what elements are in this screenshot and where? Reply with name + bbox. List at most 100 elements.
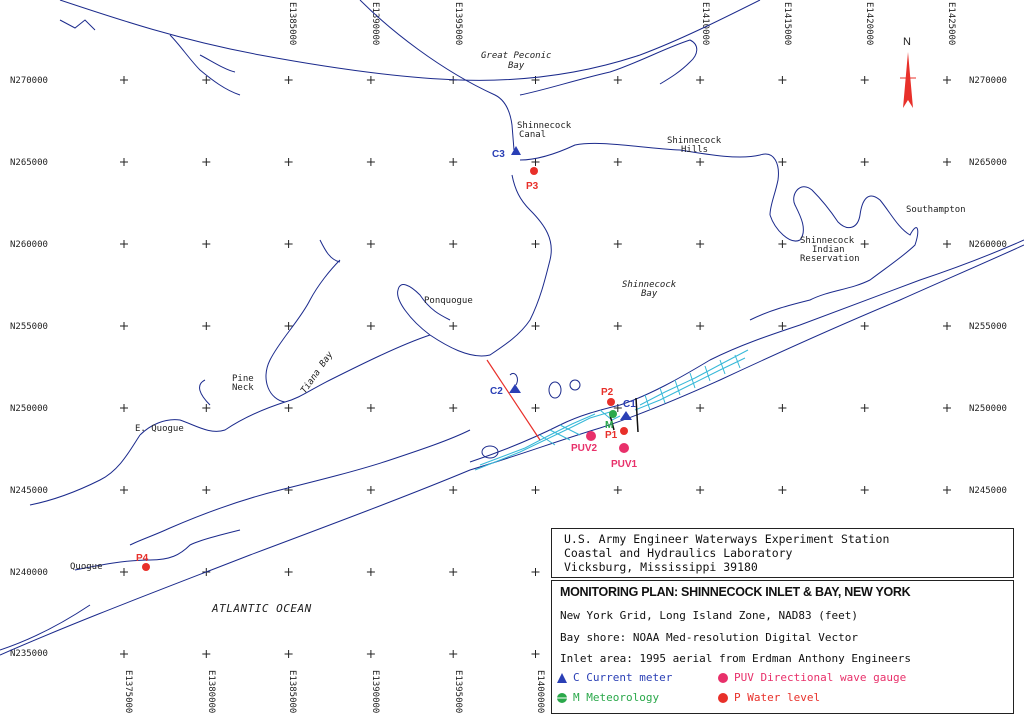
grid-cross [943,404,951,412]
label-pine-neck-2: Neck [232,383,254,393]
northing-label: N235000 [10,649,48,659]
northing-label: N255000 [10,322,48,332]
legend-water-level: P Water level [717,691,820,704]
grid-cross [860,322,869,330]
monitoring-plan-box: MONITORING PLAN: SHINNECOCK INLET & BAY,… [551,580,1014,714]
grid-cross [449,322,458,330]
grid-cross [943,486,951,494]
grid-cross [202,486,211,494]
grid-cross [449,404,458,412]
easting-label: E1395000 [453,2,463,45]
northing-label: N240000 [10,568,48,578]
label-southampton: Southampton [906,205,966,215]
label-great-peconic: Great Peconic [481,51,551,61]
circle-cross-icon [556,692,568,704]
legend-current-label: C Current meter [573,671,673,684]
grid-cross [613,158,622,166]
northing-label: N245000 [10,486,48,496]
grid-cross [531,486,540,494]
west-shoreline-upper [59,19,96,31]
grid-cross [120,568,128,576]
agency-line-2: Coastal and Hydraulics Laboratory [564,546,793,560]
grid-cross [449,486,458,494]
label-hills-2: Hills [681,145,708,155]
grid-cross [449,158,458,166]
grid-cross [696,486,705,494]
label-canal-2: Canal [519,130,546,140]
grid-cross [120,76,128,84]
grid-cross [449,568,458,576]
easting-label: E1395000 [453,670,463,713]
agency-line-3: Vicksburg, Mississippi 39180 [564,560,758,574]
northing-label: N265000 [10,158,48,168]
label-shinnecock-bay-2: Bay [641,289,658,299]
grid-cross [366,568,375,576]
grid-cross [696,158,705,166]
label-ponquogue: Ponquogue [424,296,473,306]
grid-cross [202,240,211,248]
bay-west-shore [397,174,552,357]
grid-cross [943,158,951,166]
grid-cross [696,322,705,330]
peconic-east-shore [519,39,698,96]
water-level-p3-icon [530,167,538,175]
grid-cross [860,486,869,494]
triangle-icon [556,672,568,684]
puv-puv1-icon [619,443,629,453]
water-level-p2-icon [607,398,615,406]
grid-cross [120,486,128,494]
current-meter-c2-icon [509,384,521,393]
circle-icon [717,672,729,684]
grid-cross [531,650,540,658]
grid-cross [531,240,540,248]
legend-puv-label: PUV Directional wave gauge [734,671,907,684]
legend-puv: PUV Directional wave gauge [717,671,906,684]
current-meter-c3-icon [511,146,521,155]
station-p2-label: P2 [601,387,614,398]
grid-cross [860,76,869,84]
label-atlantic-ocean: ATLANTIC OCEAN [211,602,312,615]
station-p1-label: P1 [605,430,618,441]
label-great-peconic-bay: Bay [508,61,525,71]
station-p4-label: P4 [136,553,149,564]
northing-label: N260000 [969,240,1007,250]
grid-cross [860,240,869,248]
station-c3-label: C3 [492,149,505,160]
grid-cross [449,240,458,248]
easting-labels-bottom: E1375000 E1380000 E1385000 E1390000 E139… [123,670,545,713]
label-quogue: Quogue [70,562,103,572]
grid-cross [366,650,375,658]
water-level-p4-icon [142,563,150,571]
grid-cross [202,322,211,330]
current-meter-c1-icon [620,411,632,420]
grid-cross [284,650,293,658]
grid-cross [284,158,293,166]
easting-label: E1410000 [700,2,710,45]
grid-cross [778,76,787,84]
grid-cross [613,240,622,248]
grid-cross [120,650,128,658]
northing-label: N270000 [969,76,1007,86]
grid-cross [284,76,293,84]
northing-label: N270000 [10,76,48,86]
peconic-north-shore [59,0,761,81]
grid-cross [696,404,705,412]
plan-bay-shore: Bay shore: NOAA Med-resolution Digital V… [560,631,859,644]
grid-cross [860,158,869,166]
legend-water-label: P Water level [734,691,821,704]
puv-puv2-icon [586,431,596,441]
grid-cross [613,486,622,494]
stations: C3 P3 C2 P2 C1 M P1 PUV2 PUV1 P4 [136,146,638,571]
tiana-bay-shore [265,239,431,403]
canal-east [519,142,779,216]
circle-icon [717,692,729,704]
grid-cross [284,568,293,576]
easting-label: E1385000 [287,670,297,713]
label-e-quogue: E. Quogue [135,424,184,434]
easting-label: E1390000 [370,2,380,45]
water-level-p1-icon [620,427,628,435]
meteorology-m-icon [609,410,617,418]
grid-cross [202,650,211,658]
legend-met-label: M Meteorology [573,691,660,704]
grid-cross [696,76,705,84]
